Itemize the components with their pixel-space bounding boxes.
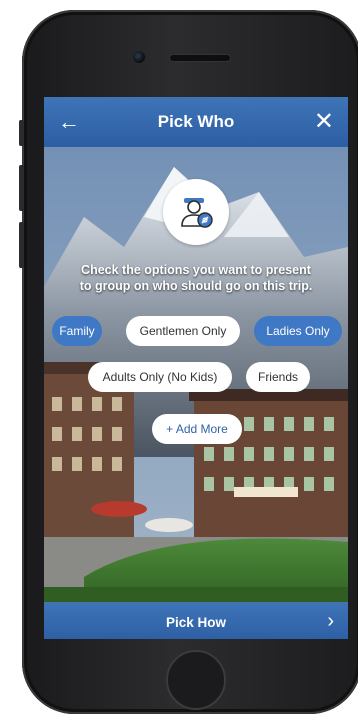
option-chip-gentlemen-only[interactable]: Gentlemen Only (126, 316, 240, 346)
option-chip-ladies-only[interactable]: Ladies Only (254, 316, 342, 346)
instruction-text: Check the options you want to present to… (54, 262, 338, 294)
volume-up-button (19, 165, 24, 211)
front-camera (133, 51, 145, 63)
option-chip-adults-only[interactable]: Adults Only (No Kids) (88, 362, 232, 392)
top-bar: ← Pick Who ✕ (44, 97, 348, 147)
page-title: Pick Who (157, 112, 235, 131)
earpiece-speaker (170, 55, 230, 61)
instruction-line-2: to group on who should go on this trip. (79, 279, 313, 293)
add-more-button[interactable]: + Add More (152, 414, 242, 444)
instruction-line-1: Check the options you want to present (81, 263, 311, 277)
option-chip-family[interactable]: Family (52, 316, 102, 346)
mute-switch (19, 120, 24, 146)
option-chip-friends[interactable]: Friends (246, 362, 310, 392)
back-arrow-icon[interactable]: ← (58, 109, 80, 135)
chevron-right-icon: › (327, 610, 334, 632)
app-screen: ← Pick Who ✕ Check the options you want … (44, 97, 348, 639)
pick-how-button[interactable]: Pick How › (44, 602, 348, 639)
traveler-icon (181, 198, 213, 228)
traveler-icon-badge (163, 179, 229, 245)
pick-how-label: Pick How (165, 614, 227, 630)
volume-down-button (19, 222, 24, 268)
home-button (166, 650, 226, 710)
close-icon[interactable]: ✕ (314, 109, 334, 135)
